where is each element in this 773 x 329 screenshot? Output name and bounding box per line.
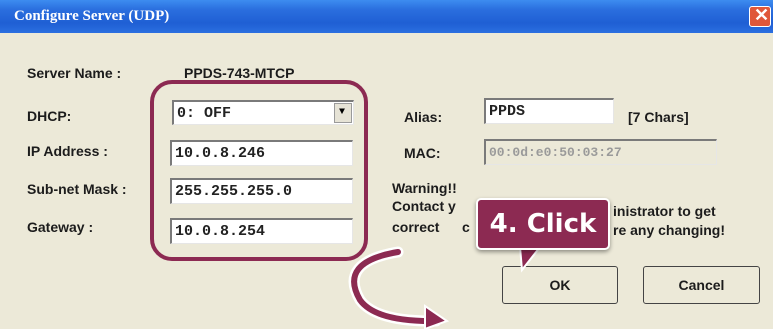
step-callout: 4. Click xyxy=(476,198,610,250)
arrow-head-icon xyxy=(424,304,450,329)
step-callout-text: 4. Click xyxy=(489,209,597,239)
annotation-overlay xyxy=(348,246,543,329)
callout-pointer xyxy=(518,246,543,273)
configure-server-dialog: Configure Server (UDP) ✕ Server Name : P… xyxy=(0,0,773,329)
